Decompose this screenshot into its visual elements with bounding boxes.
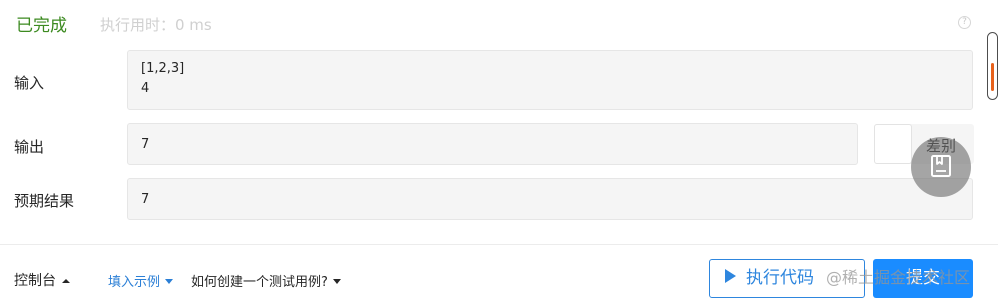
result-panel: 已完成 执行用时：0 ms ? 输入 [1,2,3] 4 输出 7 差别 预期结… xyxy=(0,0,998,298)
output-field: 7 xyxy=(127,123,858,165)
output-label: 输出 xyxy=(14,138,45,156)
caret-down-icon xyxy=(332,279,341,284)
output-value: 7 xyxy=(141,137,150,152)
caret-up-icon xyxy=(62,279,70,283)
run-code-label: 执行代码 xyxy=(746,268,814,288)
watermark: @稀土掘金技术社区 xyxy=(826,268,971,287)
input-line: [1,2,3] xyxy=(141,61,185,76)
fill-example-dropdown[interactable]: 填入示例 xyxy=(108,271,174,290)
diff-switch[interactable] xyxy=(874,124,912,164)
how-to-testcase-dropdown[interactable]: 如何创建一个测试用例? xyxy=(191,271,341,290)
expected-field: 7 xyxy=(127,178,973,220)
scrollbar-thumb[interactable] xyxy=(991,63,994,91)
floating-note-button[interactable] xyxy=(911,137,971,197)
notebook-icon xyxy=(931,155,951,177)
console-label: 控制台 xyxy=(14,273,56,289)
status-text: 已完成 xyxy=(16,16,67,36)
input-field[interactable]: [1,2,3] 4 xyxy=(127,50,973,110)
caret-down-icon xyxy=(165,279,174,284)
toolbar-divider xyxy=(0,244,998,245)
fill-example-label: 填入示例 xyxy=(108,275,161,290)
console-toggle-button[interactable]: 控制台 xyxy=(14,270,70,290)
input-label: 输入 xyxy=(14,74,45,92)
question-circle-icon[interactable]: ? xyxy=(958,16,971,29)
play-icon xyxy=(725,269,736,283)
expected-label: 预期结果 xyxy=(14,192,75,210)
runtime-text: 执行用时：0 ms xyxy=(100,16,212,34)
scrollbar[interactable] xyxy=(987,32,998,100)
input-line: 4 xyxy=(141,81,150,96)
expected-value: 7 xyxy=(141,192,150,207)
result-status-bar: 已完成 执行用时：0 ms ? xyxy=(0,0,998,46)
how-to-label: 如何创建一个测试用例? xyxy=(191,275,328,290)
